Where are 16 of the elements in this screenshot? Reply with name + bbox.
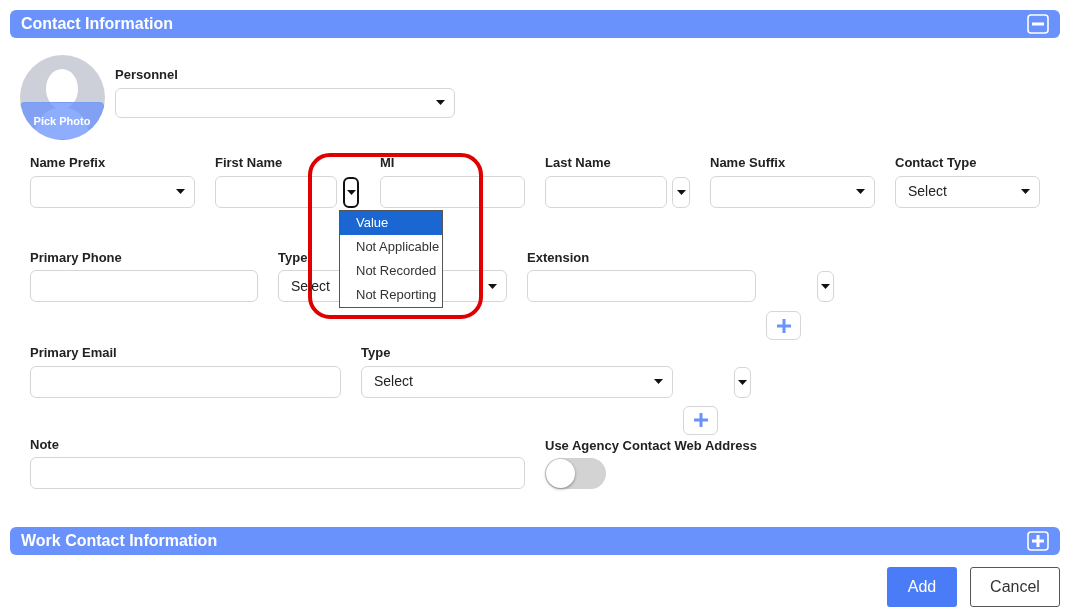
field-label: Extension [527, 248, 590, 267]
field-label: Type [361, 344, 391, 362]
field-label: Primary Phone [30, 248, 122, 267]
section-title: Work Contact Information [21, 531, 218, 551]
field-label: Last Name [545, 154, 611, 172]
field-label: MI [380, 154, 395, 172]
field-label: Name Prefix [30, 154, 106, 172]
field-label: Type [278, 248, 308, 267]
field-label: First Name [215, 154, 283, 172]
field-label: Contact Type [895, 154, 977, 172]
field-label: Use Agency Contact Web Address [545, 436, 757, 455]
field-label: Name Suffix [710, 154, 786, 172]
field-label: Primary Email [30, 344, 117, 362]
field-label: Personnel [115, 66, 178, 84]
section-title: Contact Information [21, 14, 173, 34]
field-label: Note [30, 435, 59, 454]
